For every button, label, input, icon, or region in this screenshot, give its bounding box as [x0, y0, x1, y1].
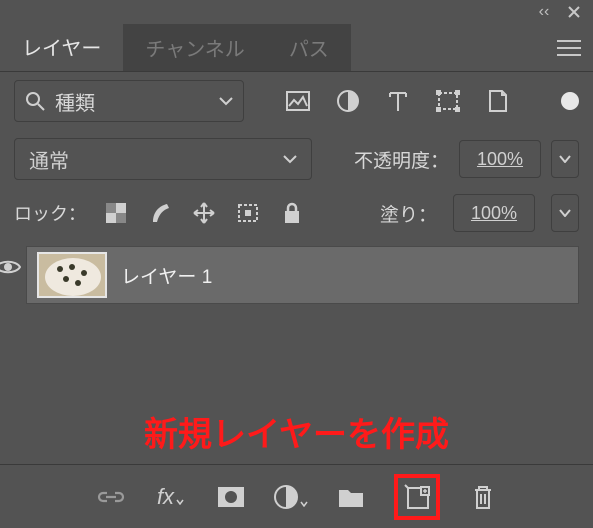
adjustment-layer-icon[interactable]	[274, 480, 308, 514]
layer-filter-label: 種類	[55, 87, 95, 116]
layer-name-label[interactable]: レイヤー 1	[121, 262, 212, 289]
filter-shape-icon[interactable]	[434, 87, 462, 115]
new-layer-icon	[404, 484, 430, 510]
layer-style-icon[interactable]: fx	[154, 480, 188, 514]
chevron-down-icon	[219, 96, 233, 106]
opacity-label: 不透明度：	[354, 146, 449, 173]
group-layers-icon[interactable]	[334, 480, 368, 514]
lock-position-icon[interactable]	[190, 199, 218, 227]
fill-dropdown-icon[interactable]	[551, 194, 579, 232]
annotation-caption: 新規レイヤーを作成	[0, 407, 593, 456]
filter-toggle-switch[interactable]	[561, 92, 579, 110]
fill-label: 塗り：	[380, 200, 437, 227]
blend-mode-value: 通常	[29, 145, 69, 174]
layer-filter-select[interactable]: 種類	[14, 80, 244, 122]
layer-row[interactable]: レイヤー 1	[26, 246, 579, 304]
collapse-panel-icon[interactable]: ‹‹	[535, 3, 553, 21]
search-icon	[25, 91, 45, 111]
blend-mode-select[interactable]: 通常	[14, 138, 312, 180]
opacity-input[interactable]: 100%	[459, 140, 541, 178]
tab-paths[interactable]: パス	[267, 24, 351, 71]
tab-paths-label: パス	[289, 33, 329, 62]
chevron-down-icon	[283, 154, 297, 164]
tab-layers[interactable]: レイヤー	[0, 24, 123, 71]
delete-layer-icon[interactable]	[466, 480, 500, 514]
lock-all-icon[interactable]	[278, 199, 306, 227]
panel-menu-icon[interactable]	[545, 24, 593, 71]
lock-artboard-icon[interactable]	[234, 199, 262, 227]
filter-adjustment-icon[interactable]	[334, 87, 362, 115]
tab-channels[interactable]: チャンネル	[123, 24, 266, 71]
close-panel-icon[interactable]	[565, 3, 583, 21]
layer-mask-icon[interactable]	[214, 480, 248, 514]
layer-visibility-toggle[interactable]	[0, 238, 26, 296]
lock-label: ロック：	[14, 200, 86, 226]
opacity-dropdown-icon[interactable]	[551, 140, 579, 178]
layer-thumbnail[interactable]	[37, 252, 107, 298]
lock-image-icon[interactable]	[146, 199, 174, 227]
tab-layers-label: レイヤー	[22, 32, 101, 61]
lock-transparency-icon[interactable]	[102, 199, 130, 227]
filter-smartobject-icon[interactable]	[484, 87, 512, 115]
tab-channels-label: チャンネル	[145, 33, 244, 62]
new-layer-button[interactable]	[394, 474, 440, 520]
fill-input[interactable]: 100%	[453, 194, 535, 232]
filter-pixel-icon[interactable]	[284, 87, 312, 115]
filter-type-icon[interactable]	[384, 87, 412, 115]
link-layers-icon[interactable]	[94, 480, 128, 514]
